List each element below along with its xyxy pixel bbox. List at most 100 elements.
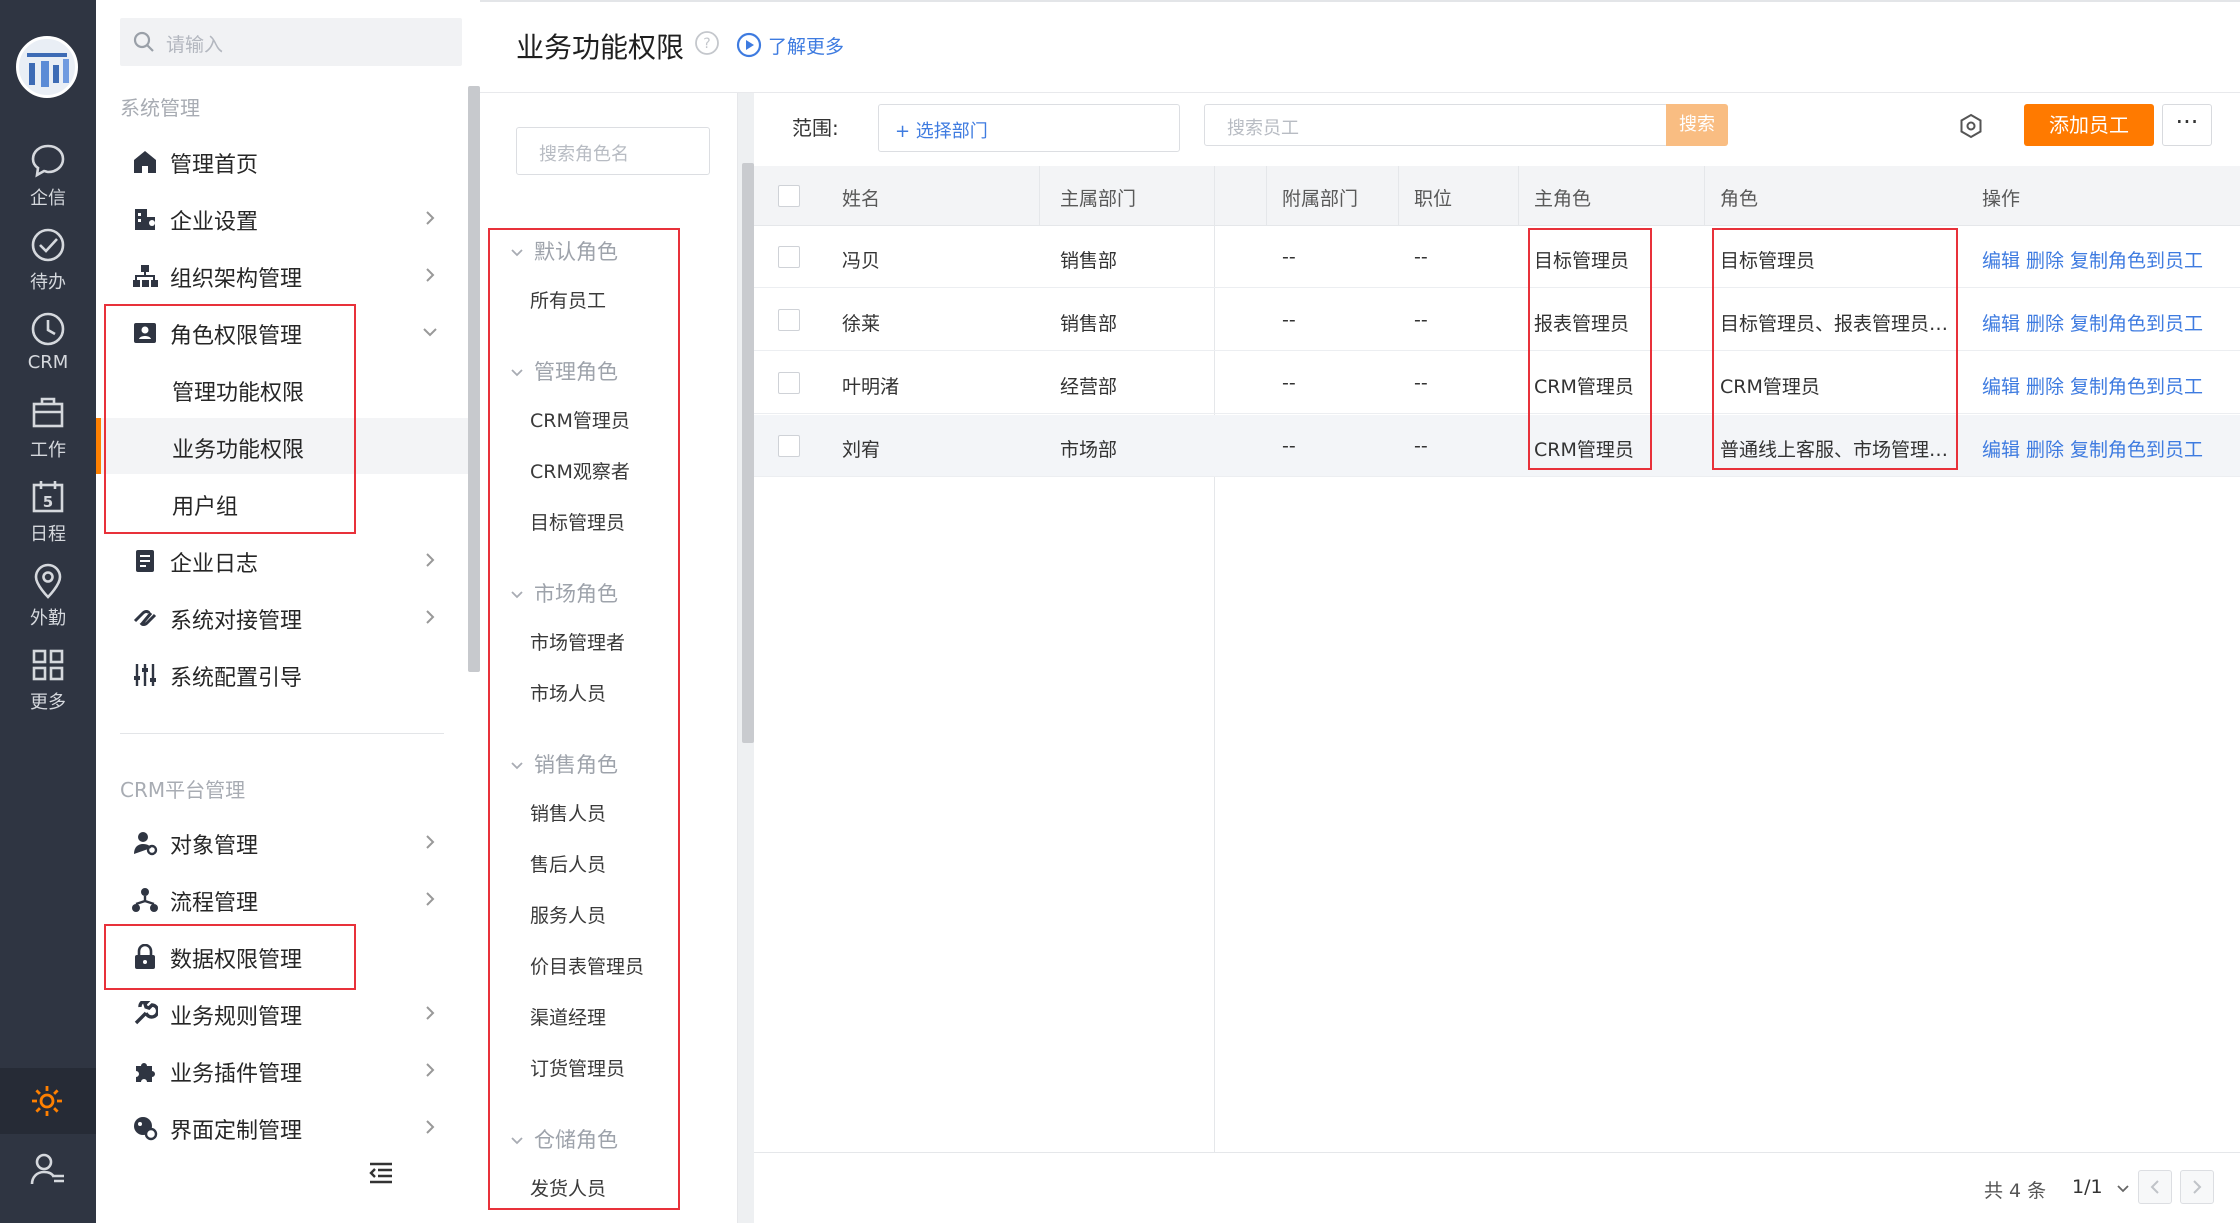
chevron-right-icon [426, 268, 435, 282]
role-group-management[interactable]: 管理角色 [510, 356, 618, 386]
rail-item-todo[interactable]: 待办 [0, 226, 96, 310]
rail-item-settings[interactable] [0, 1068, 96, 1134]
table-row[interactable]: 刘宥 市场部 -- -- CRM管理员 普通线上客服、市场管理者、CRM管理员 … [754, 415, 2240, 477]
nav-item-ui-customization[interactable]: 界面定制管理 [96, 1099, 470, 1155]
role-search-input[interactable]: 搜索角色名 [516, 127, 710, 175]
role-item[interactable]: 所有员工 [530, 286, 606, 313]
user-settings-icon [30, 1153, 64, 1185]
role-item[interactable]: 销售人员 [530, 799, 606, 826]
delete-link[interactable]: 删除 [2026, 309, 2064, 336]
delete-link[interactable]: 删除 [2026, 246, 2064, 273]
role-group-default[interactable]: 默认角色 [510, 236, 618, 266]
nav-item-org-structure[interactable]: 组织架构管理 [96, 247, 470, 303]
rail-item-calendar[interactable]: 5 日程 [0, 478, 96, 562]
cell-dept: 经营部 [1060, 376, 1118, 398]
wrench-icon [134, 1001, 158, 1025]
column-header[interactable]: 姓名 [842, 184, 880, 211]
column-header[interactable]: 主角色 [1534, 184, 1591, 211]
prev-page-button[interactable] [2138, 1170, 2172, 1204]
rail-label: 待办 [30, 272, 66, 293]
edit-link[interactable]: 编辑 [1982, 372, 2020, 399]
more-options-button[interactable]: ··· [2162, 104, 2212, 146]
help-icon[interactable]: ? [694, 30, 720, 56]
select-all-checkbox[interactable] [778, 185, 800, 207]
nav-item-admin-function-permissions[interactable]: 管理功能权限 [96, 361, 470, 417]
nav-item-system-integration[interactable]: 系统对接管理 [96, 589, 470, 645]
nav-search-input[interactable]: 请输入 [120, 18, 462, 66]
nav-item-admin-home[interactable]: 管理首页 [96, 133, 470, 189]
delete-link[interactable]: 删除 [2026, 372, 2064, 399]
role-item[interactable]: 订货管理员 [530, 1054, 625, 1081]
nav-scrollbar[interactable] [468, 86, 480, 672]
edit-link[interactable]: 编辑 [1982, 435, 2020, 462]
nav-item-business-plugins[interactable]: 业务插件管理 [96, 1042, 470, 1098]
column-header[interactable]: 附属部门 [1282, 184, 1358, 211]
role-item[interactable]: 渠道经理 [530, 1003, 606, 1030]
nav-item-user-groups[interactable]: 用户组 [96, 475, 470, 531]
next-page-button[interactable] [2180, 1170, 2214, 1204]
copy-role-link[interactable]: 复制角色到员工 [2070, 246, 2203, 273]
building-icon [135, 209, 155, 230]
nav-item-process-management[interactable]: 流程管理 [96, 871, 470, 927]
nav-item-object-management[interactable]: 对象管理 [96, 814, 470, 870]
nav-item-data-permissions[interactable]: 数据权限管理 [96, 928, 470, 984]
copy-role-link[interactable]: 复制角色到员工 [2070, 309, 2203, 336]
row-checkbox[interactable] [778, 435, 800, 457]
role-group-marketing[interactable]: 市场角色 [510, 578, 618, 608]
rail-item-more[interactable]: 更多 [0, 646, 96, 730]
delete-link[interactable]: 删除 [2026, 435, 2064, 462]
role-item[interactable]: 发货人员 [530, 1174, 606, 1201]
role-item[interactable]: 服务人员 [530, 901, 606, 928]
column-header[interactable]: 职位 [1414, 184, 1452, 211]
column-header[interactable]: 主属部门 [1060, 184, 1136, 211]
role-group-warehouse[interactable]: 仓储角色 [510, 1124, 618, 1154]
rail-item-work[interactable]: 工作 [0, 394, 96, 478]
copy-role-link[interactable]: 复制角色到员工 [2070, 435, 2203, 462]
row-checkbox[interactable] [778, 372, 800, 394]
nav-item-business-rules[interactable]: 业务规则管理 [96, 985, 470, 1041]
puzzle-icon [136, 1063, 155, 1082]
rail-item-chat[interactable]: 企信 [0, 142, 96, 226]
add-employee-button[interactable]: 添加员工 [2024, 104, 2154, 146]
nav-item-config-guide[interactable]: 系统配置引导 [96, 646, 470, 702]
nav-item-role-permissions[interactable]: 角色权限管理 [96, 304, 470, 360]
collapse-menu-icon[interactable] [368, 1162, 394, 1184]
edit-link[interactable]: 编辑 [1982, 309, 2020, 336]
nav-item-company-log[interactable]: 企业日志 [96, 532, 470, 588]
role-item[interactable]: CRM观察者 [530, 457, 630, 484]
role-item[interactable]: 目标管理员 [530, 508, 625, 535]
column-header[interactable]: 操作 [1982, 184, 2020, 211]
role-item[interactable]: 售后人员 [530, 850, 606, 877]
edit-link[interactable]: 编辑 [1982, 246, 2020, 273]
row-checkbox[interactable] [778, 246, 800, 268]
cell-sub-dept: -- [1282, 372, 1296, 394]
nav-item-company-settings[interactable]: 企业设置 [96, 190, 470, 246]
page-select[interactable]: 1/1 [2072, 1176, 2131, 1198]
role-item[interactable]: 市场管理者 [530, 628, 625, 655]
employee-search-input[interactable]: 搜索员工 [1204, 104, 1668, 146]
nav-item-business-function-permissions[interactable]: 业务功能权限 [96, 418, 470, 474]
role-list-scrollbar[interactable] [742, 163, 754, 743]
row-checkbox[interactable] [778, 309, 800, 331]
role-item[interactable]: 价目表管理员 [530, 952, 644, 979]
rail-item-profile[interactable] [0, 1140, 96, 1200]
palette-icon [134, 1117, 158, 1141]
table-row[interactable]: 叶明渚 经营部 -- -- CRM管理员 CRM管理员 编辑 删除 复制角色到员… [754, 352, 2240, 414]
department-select[interactable]: + 选择部门 [878, 104, 1180, 152]
rail-item-field[interactable]: 外勤 [0, 562, 96, 646]
table-row[interactable]: 冯贝 销售部 -- -- 目标管理员 目标管理员 编辑 删除 复制角色到员工 [754, 226, 2240, 288]
copy-role-link[interactable]: 复制角色到员工 [2070, 372, 2203, 399]
cell-main-role: 目标管理员 [1534, 250, 1630, 272]
role-item[interactable]: 市场人员 [530, 679, 606, 706]
chevron-left-icon [2150, 1180, 2159, 1194]
settings-icon[interactable] [1958, 113, 1984, 139]
rail-item-crm[interactable]: CRM [0, 310, 96, 394]
search-button[interactable]: 搜索 [1666, 104, 1728, 146]
column-header[interactable]: 角色 [1720, 184, 1758, 211]
table-row[interactable]: 徐莱 销售部 -- -- 报表管理员 目标管理员、报表管理员、CRM管理员 编辑… [754, 289, 2240, 351]
role-item[interactable]: CRM管理员 [530, 406, 630, 433]
company-avatar[interactable] [16, 36, 78, 98]
rail-label: 工作 [30, 440, 66, 461]
nav-item-label: 组织架构管理 [170, 267, 303, 292]
role-group-sales[interactable]: 销售角色 [510, 749, 618, 779]
